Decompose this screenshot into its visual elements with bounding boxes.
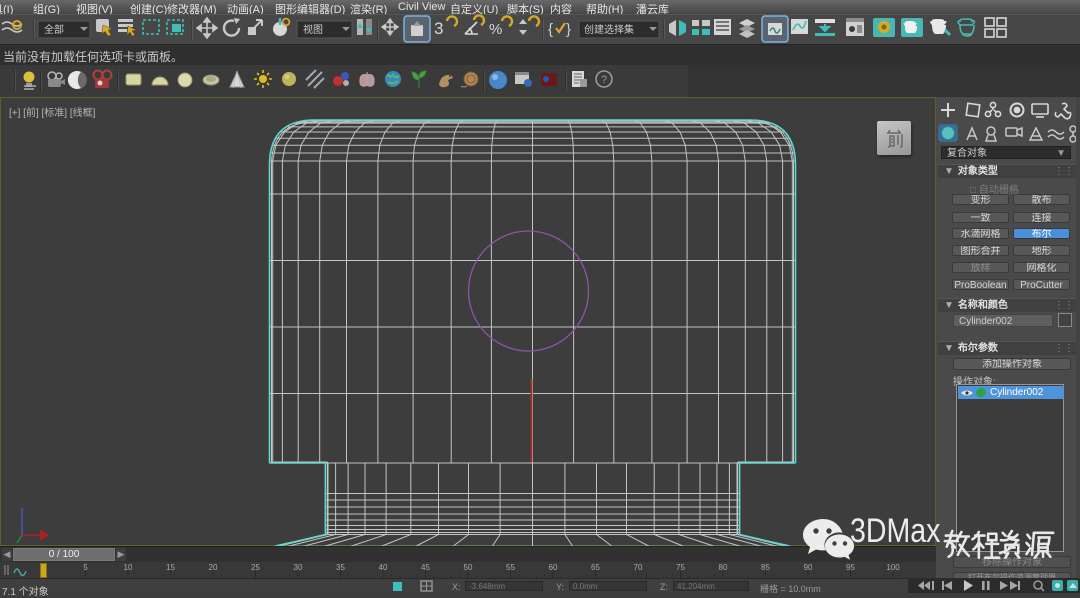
svg-text:视图: 视图	[303, 23, 323, 36]
svg-text:65: 65	[591, 563, 600, 572]
svg-text:70: 70	[634, 563, 643, 572]
svg-text:}: }	[566, 21, 571, 38]
svg-text:50: 50	[464, 563, 473, 572]
svg-text:10: 10	[124, 563, 133, 572]
svg-text:%: %	[489, 21, 502, 38]
svg-text:40: 40	[379, 563, 388, 572]
svg-text:3: 3	[434, 19, 443, 38]
svg-text:45: 45	[421, 563, 430, 572]
svg-text:?: ?	[601, 74, 607, 86]
svg-text:25: 25	[251, 563, 260, 572]
svg-text:35: 35	[336, 563, 345, 572]
svg-text:15: 15	[166, 563, 175, 572]
svg-text:30: 30	[294, 563, 303, 572]
svg-text:55: 55	[506, 563, 515, 572]
svg-text:全部: 全部	[44, 23, 64, 36]
svg-text:{: {	[548, 21, 553, 38]
svg-text:60: 60	[549, 563, 558, 572]
svg-text:20: 20	[209, 563, 218, 572]
svg-text:75: 75	[676, 563, 685, 572]
svg-text:创建选择集: 创建选择集	[584, 23, 634, 36]
svg-text:5: 5	[83, 563, 88, 572]
svg-text:80: 80	[719, 563, 728, 572]
svg-text:85: 85	[761, 563, 770, 572]
